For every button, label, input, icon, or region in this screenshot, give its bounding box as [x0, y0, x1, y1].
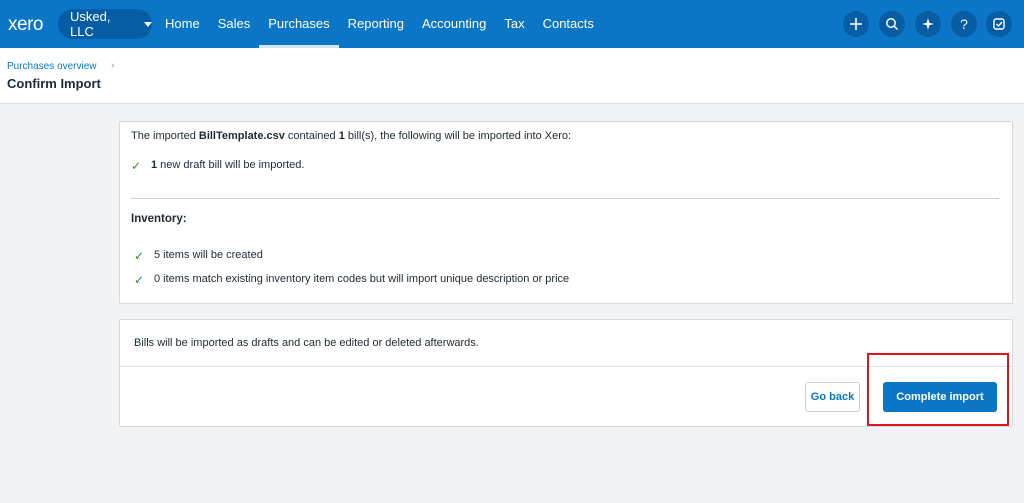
notes-icon[interactable]	[986, 11, 1012, 37]
xero-logo[interactable]: xero	[8, 14, 43, 36]
breadcrumb-purchases-overview[interactable]: Purchases overview	[7, 61, 96, 72]
divider	[131, 198, 999, 199]
page-title: Confirm Import	[7, 76, 101, 91]
main-nav: Home Sales Purchases Reporting Accountin…	[156, 0, 603, 48]
chevron-down-icon	[144, 21, 152, 27]
nav-contacts[interactable]: Contacts	[534, 0, 603, 48]
plus-icon[interactable]	[843, 11, 869, 37]
intro-prefix: The imported	[131, 130, 199, 142]
file-name: BillTemplate.csv	[198, 130, 285, 142]
organisation-name: Usked, LLC	[70, 9, 111, 39]
nav-sales[interactable]: Sales	[209, 0, 260, 48]
go-back-button[interactable]: Go back	[805, 382, 860, 412]
new-bill-text: new draft bill will be imported.	[157, 159, 305, 171]
page-header	[0, 48, 1024, 104]
breadcrumb-separator: ›	[111, 60, 115, 71]
intro-mid: contained	[284, 130, 339, 142]
intro-suffix: bill(s), the following will be imported …	[344, 130, 572, 142]
help-icon[interactable]: ?	[951, 11, 977, 37]
inventory-created-line: 5 items will be created	[154, 249, 263, 261]
search-icon[interactable]	[879, 11, 905, 37]
highlight-box	[867, 353, 1009, 426]
new-bill-line: 1 new draft bill will be imported.	[151, 159, 304, 171]
organisation-switcher[interactable]: Usked, LLC	[58, 9, 152, 39]
check-icon: ✓	[134, 273, 145, 287]
nav-purchases[interactable]: Purchases	[259, 0, 340, 48]
inventory-match-line: 0 items match existing inventory item co…	[154, 273, 570, 285]
check-icon: ✓	[131, 159, 142, 173]
inventory-heading: Inventory:	[131, 213, 187, 225]
nav-tax[interactable]: Tax	[495, 0, 533, 48]
check-icon: ✓	[134, 249, 145, 263]
sparkle-icon[interactable]	[915, 11, 941, 37]
drafts-note: Bills will be imported as drafts and can…	[134, 337, 479, 349]
nav-reporting[interactable]: Reporting	[339, 0, 413, 48]
import-intro: The imported BillTemplate.csv contained …	[131, 130, 571, 142]
nav-home[interactable]: Home	[156, 0, 209, 48]
nav-accounting[interactable]: Accounting	[413, 0, 495, 48]
top-nav-bar: xero Usked, LLC Home Sales Purchases Rep…	[0, 0, 1024, 48]
